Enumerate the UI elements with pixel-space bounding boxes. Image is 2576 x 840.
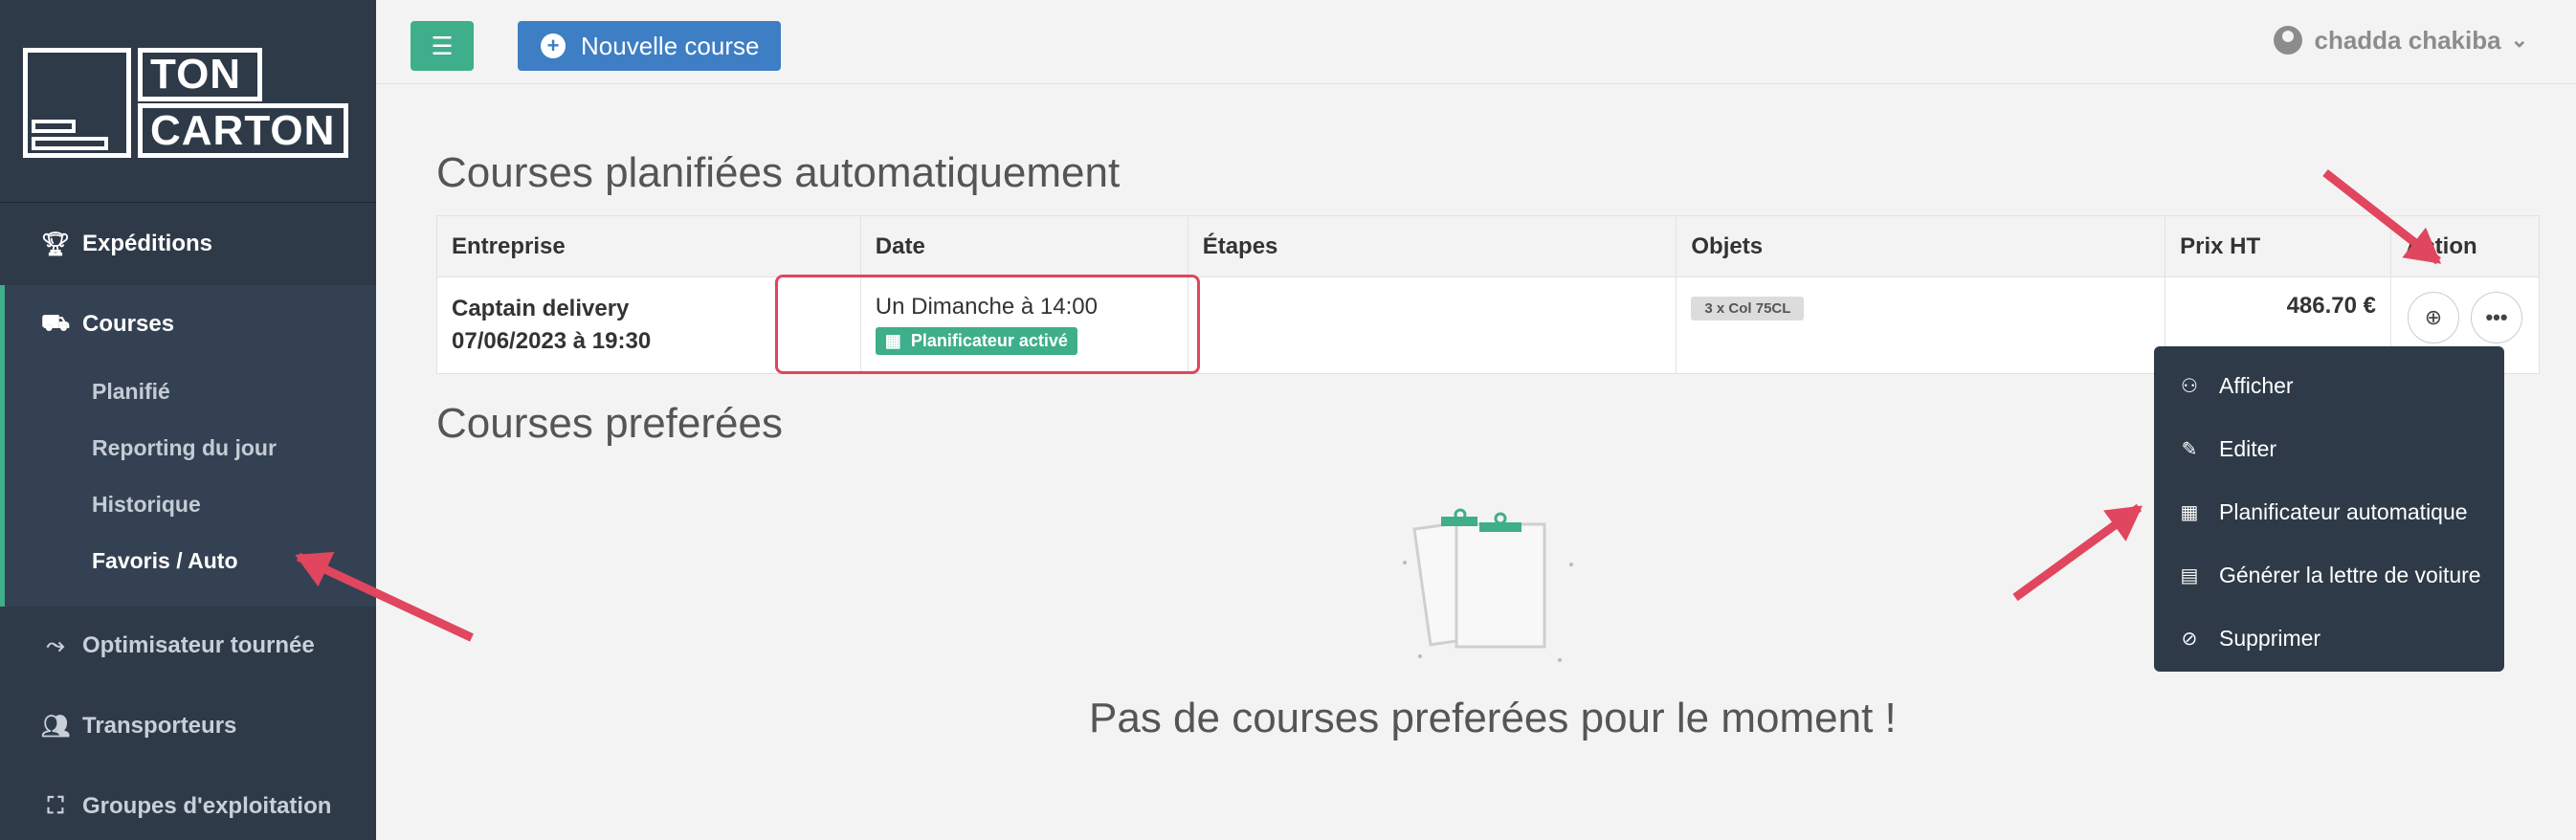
topbar: ☰ + Nouvelle course chadda chakiba ⌄ bbox=[376, 0, 2576, 84]
objects-cell: 3 x Col 75CL bbox=[1676, 276, 2166, 374]
trophy-icon: 🏆︎ bbox=[40, 231, 71, 257]
column-header: Objets bbox=[1676, 215, 2166, 277]
column-header: Étapes bbox=[1187, 215, 1677, 277]
receipt-icon: ▤ bbox=[2180, 564, 2199, 586]
plus-circle-icon: + bbox=[541, 33, 566, 58]
logo-mark bbox=[23, 48, 131, 158]
sidebar-subitem-historique[interactable]: Historique bbox=[92, 492, 201, 518]
ellipsis-icon: ••• bbox=[2485, 305, 2508, 329]
menu-item-generer-lettre[interactable]: ▤ Générer la lettre de voiture bbox=[2154, 543, 2504, 607]
sidebar: TON CARTON 🏆︎ Expéditions ⛟ Courses Plan… bbox=[0, 0, 376, 840]
table-header-row: Entreprise Date Étapes Objets Prix HT Ac… bbox=[436, 215, 2540, 277]
user-menu[interactable]: chadda chakiba ⌄ bbox=[2274, 21, 2528, 59]
users-icon: 👥︎ bbox=[40, 713, 71, 740]
ban-icon: ⊘ bbox=[2181, 628, 2198, 650]
empty-clipboard-illustration bbox=[1403, 508, 1573, 662]
sidebar-item-transporteurs[interactable]: 👥︎ Transporteurs bbox=[0, 693, 376, 760]
user-name: chadda chakiba bbox=[2314, 25, 2501, 55]
menu-item-supprimer[interactable]: ⊘ Supprimer bbox=[2154, 607, 2504, 670]
calendar-icon: ▦ bbox=[2180, 501, 2199, 523]
truck-icon: ⛟ bbox=[40, 310, 71, 336]
sidebar-item-groupes[interactable]: ⛶ Groupes d'exploitation bbox=[0, 773, 376, 840]
dolly-icon: ⛶ bbox=[47, 793, 64, 819]
column-header: Prix HT bbox=[2165, 215, 2391, 277]
column-header: Date bbox=[859, 215, 1188, 277]
sidebar-item-label: Courses bbox=[82, 311, 175, 337]
route-icon: ⤳ bbox=[46, 632, 65, 658]
sidebar-item-label: Transporteurs bbox=[82, 713, 237, 739]
object-badge: 3 x Col 75CL bbox=[1691, 297, 1805, 321]
empty-favorites-message: Pas de courses preferées pour le moment … bbox=[1089, 695, 1897, 741]
sidebar-item-expeditions[interactable]: 🏆︎ Expéditions bbox=[0, 210, 376, 277]
user-avatar-icon bbox=[2274, 26, 2303, 55]
logo-text-carton: CARTON bbox=[138, 103, 348, 158]
plus-circle-icon: ⊕ bbox=[2424, 305, 2443, 329]
favorites-section-title: Courses preferées bbox=[436, 400, 783, 447]
menu-toggle-button[interactable]: ☰ bbox=[411, 21, 474, 71]
logo[interactable]: TON CARTON bbox=[0, 0, 376, 203]
sidebar-subitem-reporting[interactable]: Reporting du jour bbox=[92, 435, 277, 461]
add-action-button[interactable]: ⊕ bbox=[2408, 292, 2459, 343]
highlight-box bbox=[775, 275, 1200, 374]
steps-cell bbox=[1187, 276, 1677, 374]
annotation-arrow-planificateur bbox=[2012, 503, 2143, 602]
sidebar-item-label: Groupes d'exploitation bbox=[82, 793, 332, 819]
sidebar-item-label: Optimisateur tournée bbox=[82, 632, 315, 658]
new-course-button[interactable]: + Nouvelle course bbox=[518, 21, 781, 71]
pencil-icon: ✎ bbox=[2181, 438, 2198, 460]
more-actions-button[interactable]: ••• bbox=[2471, 292, 2522, 343]
column-header: Entreprise bbox=[436, 215, 861, 277]
hamburger-icon: ☰ bbox=[431, 31, 454, 60]
logo-text-ton: TON bbox=[138, 48, 262, 101]
sidebar-item-courses[interactable]: ⛟ Courses bbox=[0, 291, 376, 358]
chevron-down-icon: ⌄ bbox=[2510, 28, 2528, 52]
planned-section-title: Courses planifiées automatiquement bbox=[436, 149, 1121, 196]
binoculars-icon: ⚇ bbox=[2181, 375, 2198, 397]
menu-item-editer[interactable]: ✎ Editer bbox=[2154, 417, 2504, 480]
menu-item-afficher[interactable]: ⚇ Afficher bbox=[2154, 354, 2504, 417]
menu-item-planificateur[interactable]: ▦ Planificateur automatique bbox=[2154, 480, 2504, 543]
sidebar-item-label: Expéditions bbox=[82, 231, 213, 256]
new-course-label: Nouvelle course bbox=[581, 31, 760, 60]
sidebar-item-optimisateur[interactable]: ⤳ Optimisateur tournée bbox=[0, 612, 376, 679]
sidebar-subitem-planifie[interactable]: Planifié bbox=[92, 379, 170, 405]
actions-dropdown-menu: ⚇ Afficher ✎ Editer ▦ Planificateur auto… bbox=[2154, 346, 2504, 672]
sidebar-subitem-favoris[interactable]: Favoris / Auto bbox=[92, 548, 238, 574]
